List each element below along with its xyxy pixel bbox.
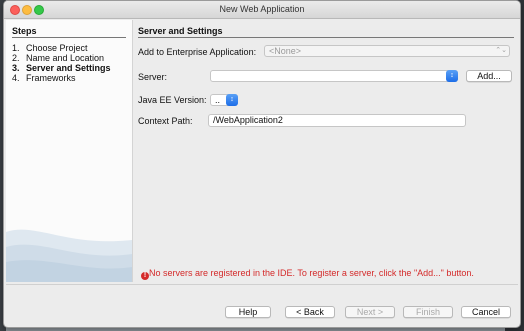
cancel-button[interactable]: Cancel [461, 306, 511, 318]
help-button[interactable]: Help [225, 306, 271, 318]
step-item-choose-project: 1. Choose Project [12, 43, 88, 53]
step-item-name-and-location: 2. Name and Location [12, 53, 104, 63]
dialog-window: New Web Application Steps 1. Choose Proje… [3, 0, 521, 328]
java-ee-version-select[interactable]: .. ↕ [210, 94, 238, 106]
section-divider [138, 37, 514, 38]
server-select[interactable]: ↕ [210, 70, 458, 82]
step-label: Frameworks [26, 73, 76, 83]
error-message: ! No servers are registered in the IDE. T… [141, 268, 474, 280]
enterprise-application-select[interactable]: <None> ⌃⌄ [264, 45, 510, 57]
step-label: Choose Project [26, 43, 88, 53]
window-title: New Web Application [219, 4, 305, 14]
next-button[interactable]: Next > [345, 306, 395, 318]
steps-heading: Steps [12, 26, 37, 36]
step-number: 2. [12, 53, 20, 63]
server-label: Server: [138, 72, 168, 82]
add-server-button[interactable]: Add... [466, 70, 512, 82]
enterprise-application-label: Add to Enterprise Application: [138, 47, 257, 57]
chevron-updown-icon: ↕ [446, 70, 458, 82]
steps-panel: Steps 1. Choose Project 2. Name and Locati… [6, 20, 133, 282]
java-ee-version-value: .. [215, 95, 221, 105]
step-label: Server and Settings [26, 63, 111, 73]
error-icon: ! [141, 272, 149, 280]
step-number: 1. [12, 43, 20, 53]
finish-button[interactable]: Finish [403, 306, 453, 318]
steps-divider [12, 37, 126, 38]
java-ee-version-label: Java EE Version: [138, 95, 207, 105]
decorative-wave-graphic [6, 229, 132, 282]
chevron-updown-icon: ↕ [226, 94, 238, 106]
chevron-updown-icon: ⌃⌄ [495, 47, 507, 54]
context-path-label: Context Path: [138, 116, 193, 126]
step-number: 3. [12, 63, 20, 73]
step-label: Name and Location [26, 53, 105, 63]
main-content: Server and Settings Add to Enterprise Ap… [136, 20, 518, 282]
error-text: No servers are registered in the IDE. To… [149, 268, 474, 278]
step-number: 4. [12, 73, 20, 83]
context-path-input[interactable]: /WebApplication2 [208, 114, 466, 127]
section-title: Server and Settings [138, 26, 223, 36]
step-item-frameworks: 4. Frameworks [12, 73, 76, 83]
footer-divider [6, 284, 518, 285]
back-button[interactable]: < Back [285, 306, 335, 318]
enterprise-application-value: <None> [269, 46, 302, 56]
title-bar: New Web Application [4, 1, 520, 19]
step-item-server-and-settings: 3. Server and Settings [12, 63, 111, 73]
